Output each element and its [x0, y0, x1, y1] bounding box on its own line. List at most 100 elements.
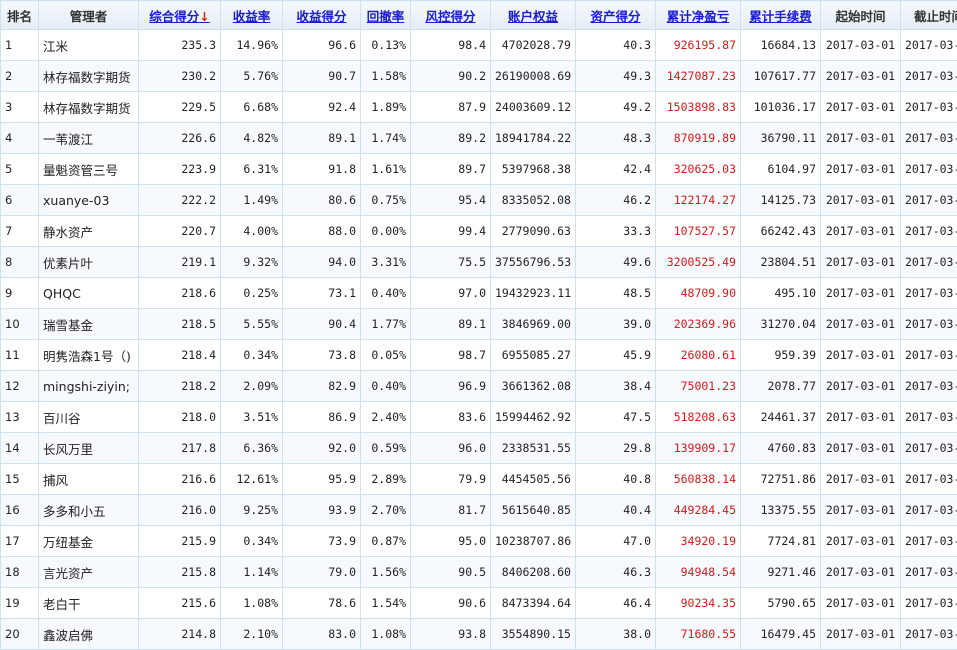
score-cell: 235.3	[139, 30, 221, 61]
manager-cell: 一苇渡江	[39, 123, 139, 154]
score-cell: 216.6	[139, 464, 221, 495]
end-date-cell: 2017-03-20	[901, 619, 957, 650]
score-cell: 216.0	[139, 495, 221, 526]
drawdown-cell: 0.05%	[361, 340, 411, 371]
equity-cell: 3661362.08	[491, 371, 576, 402]
start-date-cell: 2017-03-01	[821, 309, 901, 340]
equity-cell: 2338531.55	[491, 433, 576, 464]
fees-cell: 24461.37	[741, 402, 821, 433]
asset-score-cell: 39.0	[576, 309, 656, 340]
start-date-cell: 2017-03-01	[821, 340, 901, 371]
manager-cell: 多多和小五	[39, 495, 139, 526]
equity-cell: 18941784.22	[491, 123, 576, 154]
col-drawdown-sort[interactable]: 回撤率	[361, 1, 411, 30]
net-pnl-cell: 48709.90	[656, 278, 741, 309]
net-pnl-cell: 107527.57	[656, 216, 741, 247]
col-risk-score-sort[interactable]: 风控得分	[411, 1, 491, 30]
rank-cell: 8	[1, 247, 39, 278]
score-cell: 218.2	[139, 371, 221, 402]
fees-cell: 31270.04	[741, 309, 821, 340]
end-date-cell: 2017-03-20	[901, 123, 957, 154]
end-date-cell: 2017-03-20	[901, 495, 957, 526]
return-rate-cell: 6.68%	[221, 92, 283, 123]
end-date-cell: 2017-03-20	[901, 185, 957, 216]
return-score-cell: 90.4	[283, 309, 361, 340]
manager-cell: 静水资产	[39, 216, 139, 247]
net-pnl-cell: 870919.89	[656, 123, 741, 154]
asset-score-cell: 45.9	[576, 340, 656, 371]
drawdown-cell: 2.89%	[361, 464, 411, 495]
table-row: 13百川谷218.03.51%86.92.40%83.615994462.924…	[1, 402, 957, 433]
drawdown-cell: 1.56%	[361, 557, 411, 588]
ranking-table: 排名 管理者 综合得分↓ 收益率 收益得分 回撤率 风控得分 账户权益 资产得分…	[0, 0, 957, 650]
asset-score-cell: 49.3	[576, 61, 656, 92]
table-row: 9QHQC218.60.25%73.10.40%97.019432923.114…	[1, 278, 957, 309]
start-date-cell: 2017-03-01	[821, 495, 901, 526]
fees-cell: 16684.13	[741, 30, 821, 61]
score-cell: 218.6	[139, 278, 221, 309]
score-cell: 215.6	[139, 588, 221, 619]
score-cell: 220.7	[139, 216, 221, 247]
col-return-rate-sort[interactable]: 收益率	[221, 1, 283, 30]
asset-score-cell: 47.0	[576, 526, 656, 557]
return-rate-cell: 4.00%	[221, 216, 283, 247]
manager-cell: 明隽浩森1号（)	[39, 340, 139, 371]
rank-cell: 4	[1, 123, 39, 154]
manager-cell: 林存福数字期货	[39, 92, 139, 123]
table-row: 7静水资产220.74.00%88.00.00%99.42779090.6333…	[1, 216, 957, 247]
rank-cell: 20	[1, 619, 39, 650]
return-rate-cell: 14.96%	[221, 30, 283, 61]
col-score-label: 综合得分	[149, 9, 199, 24]
col-net-pnl-sort[interactable]: 累计净盈亏	[656, 1, 741, 30]
end-date-cell: 2017-03-20	[901, 61, 957, 92]
col-score-sort[interactable]: 综合得分↓	[139, 1, 221, 30]
rank-cell: 3	[1, 92, 39, 123]
col-equity-sort[interactable]: 账户权益	[491, 1, 576, 30]
table-body: 1江米235.314.96%96.60.13%98.44702028.7940.…	[1, 30, 957, 650]
equity-cell: 3846969.00	[491, 309, 576, 340]
fees-cell: 66242.43	[741, 216, 821, 247]
score-cell: 215.9	[139, 526, 221, 557]
equity-cell: 19432923.11	[491, 278, 576, 309]
drawdown-cell: 1.08%	[361, 619, 411, 650]
fees-cell: 72751.86	[741, 464, 821, 495]
col-fees-sort[interactable]: 累计手续费	[741, 1, 821, 30]
end-date-cell: 2017-03-20	[901, 464, 957, 495]
asset-score-cell: 38.0	[576, 619, 656, 650]
net-pnl-cell: 449284.45	[656, 495, 741, 526]
fees-cell: 4760.83	[741, 433, 821, 464]
equity-cell: 26190008.69	[491, 61, 576, 92]
header-row: 排名 管理者 综合得分↓ 收益率 收益得分 回撤率 风控得分 账户权益 资产得分…	[1, 1, 957, 30]
return-score-cell: 93.9	[283, 495, 361, 526]
table-row: 10瑞雪基金218.55.55%90.41.77%89.13846969.003…	[1, 309, 957, 340]
return-score-cell: 80.6	[283, 185, 361, 216]
asset-score-cell: 40.4	[576, 495, 656, 526]
net-pnl-cell: 122174.27	[656, 185, 741, 216]
asset-score-cell: 33.3	[576, 216, 656, 247]
risk-score-cell: 97.0	[411, 278, 491, 309]
drawdown-cell: 1.77%	[361, 309, 411, 340]
return-score-cell: 83.0	[283, 619, 361, 650]
start-date-cell: 2017-03-01	[821, 278, 901, 309]
return-score-cell: 73.8	[283, 340, 361, 371]
drawdown-cell: 0.00%	[361, 216, 411, 247]
col-return-score-sort[interactable]: 收益得分	[283, 1, 361, 30]
fees-cell: 6104.97	[741, 154, 821, 185]
end-date-cell: 2017-03-20	[901, 371, 957, 402]
net-pnl-cell: 75001.23	[656, 371, 741, 402]
table-row: 3林存福数字期货229.56.68%92.41.89%87.924003609.…	[1, 92, 957, 123]
rank-cell: 6	[1, 185, 39, 216]
equity-cell: 37556796.53	[491, 247, 576, 278]
net-pnl-cell: 1427087.23	[656, 61, 741, 92]
start-date-cell: 2017-03-01	[821, 619, 901, 650]
start-date-cell: 2017-03-01	[821, 588, 901, 619]
return-rate-cell: 5.76%	[221, 61, 283, 92]
risk-score-cell: 75.5	[411, 247, 491, 278]
rank-cell: 5	[1, 154, 39, 185]
return-score-cell: 95.9	[283, 464, 361, 495]
manager-cell: 万纽基金	[39, 526, 139, 557]
sort-desc-icon: ↓	[199, 9, 209, 24]
col-asset-score-sort[interactable]: 资产得分	[576, 1, 656, 30]
return-rate-cell: 0.34%	[221, 526, 283, 557]
fees-cell: 107617.77	[741, 61, 821, 92]
